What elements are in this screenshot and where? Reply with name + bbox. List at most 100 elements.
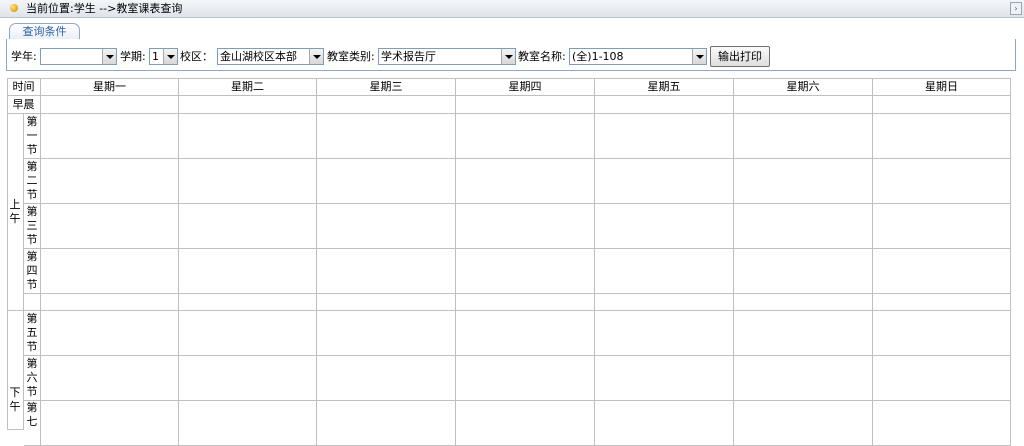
room-type-select[interactable]: 学术报告厅: [378, 48, 516, 65]
schedule-cell: [456, 311, 595, 356]
schedule-cell: [456, 294, 595, 311]
schedule-cell: [734, 249, 873, 294]
schedule-cell: [595, 204, 734, 249]
room-name-select[interactable]: (全)1-108: [569, 48, 707, 65]
period-label: 第四节: [24, 249, 41, 294]
schedule-cell: [41, 294, 179, 311]
schedule-cell: [317, 401, 456, 446]
chevron-down-icon[interactable]: [102, 49, 116, 64]
period-label: 第五节: [24, 311, 41, 356]
schedule-cell: [595, 311, 734, 356]
schedule-cell: [873, 294, 1011, 311]
schedule-cell: [317, 114, 456, 159]
day-header: 星期四: [456, 78, 595, 96]
schedule-cell: [456, 356, 595, 401]
period-label: 第二节: [24, 159, 41, 204]
afternoon-text: 下午: [9, 386, 21, 413]
schedule-cell: [873, 249, 1011, 294]
schedule-cell: [179, 401, 317, 446]
schedule-cell: [595, 294, 734, 311]
schedule-cell: [179, 294, 317, 311]
period-label: 第七: [24, 401, 41, 446]
schedule-cell: [873, 356, 1011, 401]
bullet-icon: [10, 4, 18, 12]
term-value: 1: [152, 50, 159, 63]
schedule-cell: [873, 159, 1011, 204]
schedule-cell: [734, 114, 873, 159]
schedule-cell: [734, 204, 873, 249]
day-header: 星期一: [41, 78, 179, 96]
morning-text: 上午: [9, 198, 21, 225]
day-header: 星期六: [734, 78, 873, 96]
schedule-cell: [317, 204, 456, 249]
afternoon-label: 下午: [7, 311, 24, 430]
schedule-cell: [595, 249, 734, 294]
chevron-down-icon[interactable]: [692, 49, 706, 64]
period-label: 第三节: [24, 204, 41, 249]
schedule-cell: [456, 401, 595, 446]
chevron-down-icon[interactable]: [501, 49, 515, 64]
schedule-cell: [873, 204, 1011, 249]
schedule-cell: [317, 311, 456, 356]
schedule-cell: [41, 356, 179, 401]
chevron-down-icon[interactable]: [163, 49, 177, 64]
schedule-cell: [595, 159, 734, 204]
early-morning-label: 早晨: [7, 96, 41, 114]
year-select[interactable]: [40, 48, 117, 65]
schedule-cell: [873, 401, 1011, 446]
period-text: 第五节: [26, 312, 38, 353]
schedule-cell: [179, 356, 317, 401]
schedule-cell: [456, 114, 595, 159]
schedule-cell: [41, 249, 179, 294]
schedule-cell: [179, 114, 317, 159]
schedule-cell: [734, 356, 873, 401]
schedule-cell: [595, 356, 734, 401]
term-select[interactable]: 1: [149, 48, 178, 65]
schedule-cell: [179, 249, 317, 294]
schedule-cell: [734, 294, 873, 311]
schedule-cell: [317, 249, 456, 294]
schedule-cell: [317, 96, 456, 114]
room-type-label: 教室类别:: [327, 50, 375, 63]
year-label: 学年:: [11, 50, 37, 63]
day-header: 星期三: [317, 78, 456, 96]
breadcrumb-bar: 当前位置:学生 -->教室课表查询 ›: [0, 0, 1024, 18]
schedule-cell: [734, 311, 873, 356]
schedule-cell: [734, 96, 873, 114]
schedule-cell: [317, 294, 456, 311]
schedule-cell: [456, 159, 595, 204]
period-text: 第一节: [26, 115, 38, 156]
schedule-cell: [41, 114, 179, 159]
tab-query-conditions[interactable]: 查询条件: [9, 23, 80, 40]
room-type-value: 学术报告厅: [381, 50, 436, 63]
morning-label: 上午: [7, 114, 24, 311]
period-label: 第六节: [24, 356, 41, 401]
schedule-cell: [179, 311, 317, 356]
day-header: 星期日: [873, 78, 1011, 96]
period-text: 第六节: [26, 357, 38, 398]
schedule-cell: [873, 96, 1011, 114]
period-text: 第七: [26, 401, 38, 428]
campus-label: 校区：: [180, 50, 213, 63]
room-name-value: (全)1-108: [572, 50, 624, 63]
room-name-label: 教室名称:: [518, 50, 566, 63]
schedule-cell: [873, 114, 1011, 159]
schedule-cell: [595, 96, 734, 114]
day-header: 星期二: [179, 78, 317, 96]
print-button[interactable]: 输出打印: [710, 46, 770, 67]
schedule-cell: [734, 401, 873, 446]
campus-value: 金山湖校区本部: [220, 50, 297, 63]
period-text: 第二节: [26, 160, 38, 201]
schedule-cell: [179, 96, 317, 114]
campus-select[interactable]: 金山湖校区本部: [217, 48, 324, 65]
schedule-cell: [41, 401, 179, 446]
chevron-down-icon[interactable]: [309, 49, 323, 64]
time-header: 时间: [7, 78, 41, 96]
noon-break-cell: [24, 294, 41, 311]
schedule-cell: [179, 204, 317, 249]
period-label: 第一节: [24, 114, 41, 159]
corner-icon[interactable]: ›: [1010, 2, 1022, 15]
schedule-cell: [41, 96, 179, 114]
schedule-cell: [41, 204, 179, 249]
period-text: 第四节: [26, 250, 38, 291]
